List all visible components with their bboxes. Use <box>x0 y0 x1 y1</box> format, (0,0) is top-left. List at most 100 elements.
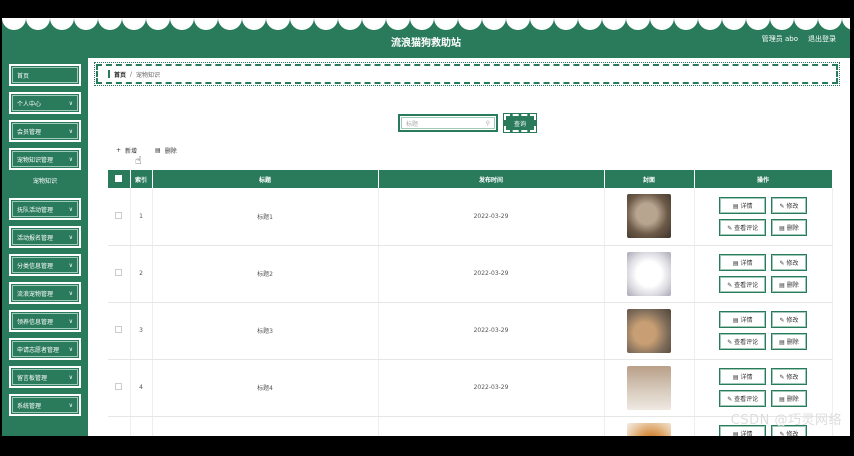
edit-label: 修改 <box>786 374 799 381</box>
row-title: 标题5 <box>152 416 379 436</box>
sidebar-subitem[interactable]: 宠物知识 <box>2 174 88 190</box>
add-button[interactable]: + 新增 <box>116 146 137 155</box>
row-date: 2022-03-29 <box>378 416 605 436</box>
comments-label: 查看评论 <box>734 224 759 232</box>
delete-button[interactable]: ▤ 删除 <box>155 146 177 155</box>
edit-label: 修改 <box>786 317 799 324</box>
row-delete-label: 删除 <box>786 396 799 403</box>
row-checkbox[interactable] <box>108 416 131 436</box>
select-all-checkbox[interactable] <box>108 170 131 188</box>
chevron-down-icon: ∨ <box>68 401 73 409</box>
detail-label: 详情 <box>740 431 753 436</box>
table-row: 1 标题1 2022-03-29 ▤ 详情 ✎ 修改 ✎ 查看评论 ▤ 删除 <box>108 188 833 246</box>
row-cover <box>604 302 695 360</box>
row-index: 2 <box>130 245 153 303</box>
column-header: 操作 <box>694 170 833 188</box>
user-label: 管理员 abo <box>761 35 798 43</box>
edit-label: 修改 <box>786 431 799 436</box>
detail-button[interactable]: ▤ 详情 <box>719 196 767 214</box>
sidebar-item[interactable]: 会员管理 ∨ <box>9 120 81 142</box>
sidebar-item[interactable]: 分类信息管理 ∨ <box>9 254 81 276</box>
search-button[interactable]: 查询 <box>503 113 537 133</box>
table-header: 索引 标题 发布时间 封面 操作 <box>108 170 833 188</box>
sidebar-item[interactable]: 系统管理 ∨ <box>9 394 81 416</box>
row-cover <box>604 188 695 246</box>
watermark: CSDN @巧灵网络 <box>730 413 842 428</box>
cover-image <box>627 365 671 410</box>
edit-button[interactable]: ✎ 修改 <box>771 311 807 328</box>
cover-image <box>627 422 671 436</box>
view-comments-button[interactable]: ✎ 查看评论 <box>719 218 767 236</box>
row-actions: ▤ 详情✎ 修改✎ 查看评论▤ 删除 <box>694 188 833 246</box>
search-placeholder: 标题 <box>406 120 419 128</box>
detail-button[interactable]: ▤ 详情 <box>719 311 767 328</box>
chevron-down-icon: ∨ <box>68 99 73 107</box>
sidebar-item[interactable]: 宠物知识管理 ∨ <box>9 148 81 170</box>
chevron-down-icon: ∨ <box>68 373 73 381</box>
row-cover <box>604 245 695 303</box>
row-delete-button[interactable]: ▤ 删除 <box>771 218 807 236</box>
row-index: 3 <box>130 302 153 360</box>
sidebar-item[interactable]: 申请志愿者管理 ∨ <box>9 338 81 360</box>
sidebar-item[interactable]: 活动报名管理 ∨ <box>9 226 81 248</box>
delete-label: 删除 <box>164 148 177 155</box>
sidebar-item-label: 活动报名管理 <box>17 234 54 242</box>
scallop-decoration <box>2 18 850 30</box>
sidebar-item[interactable]: 留言板管理 ∨ <box>9 366 81 388</box>
row-delete-button[interactable]: ▤ 删除 <box>771 276 807 293</box>
row-date: 2022-03-29 <box>378 302 605 360</box>
sidebar-item-label: 系统管理 <box>17 402 42 410</box>
view-comments-button[interactable]: ✎ 查看评论 <box>719 390 767 407</box>
edit-label: 修改 <box>786 260 799 267</box>
sidebar-item[interactable]: 个人中心 ∨ <box>9 92 81 114</box>
chevron-down-icon: ∨ <box>68 233 73 241</box>
detail-button[interactable]: ▤ 详情 <box>719 254 767 271</box>
row-checkbox[interactable] <box>108 245 131 303</box>
sidebar-item-label: 流浪宠物管理 <box>17 290 54 298</box>
view-comments-button[interactable]: ✎ 查看评论 <box>719 276 767 293</box>
row-date: 2022-03-29 <box>378 359 605 417</box>
edit-button[interactable]: ✎ 修改 <box>771 368 807 385</box>
search-input[interactable]: 标题 ⚲ <box>398 114 498 132</box>
row-title: 标题4 <box>152 359 379 417</box>
edit-button[interactable]: ✎ 修改 <box>771 254 807 271</box>
logout-link[interactable]: 退出登录 <box>808 34 836 44</box>
sidebar-item[interactable]: 抚队活动管理 ∨ <box>9 198 81 220</box>
cover-image <box>627 194 671 239</box>
row-cover <box>604 416 695 436</box>
sidebar-item-label: 分类信息管理 <box>17 262 54 270</box>
row-delete-label: 删除 <box>786 282 799 289</box>
comments-label: 查看评论 <box>734 396 759 403</box>
row-checkbox[interactable] <box>108 188 131 246</box>
breadcrumb-home[interactable]: 首页 <box>114 70 126 79</box>
row-title: 标题3 <box>152 302 379 360</box>
detail-label: 详情 <box>740 202 753 210</box>
sidebar-item-label: 会员管理 <box>17 128 42 136</box>
detail-label: 详情 <box>740 260 753 267</box>
view-comments-button[interactable]: ✎ 查看评论 <box>719 333 767 350</box>
screen-frame: 流浪猫狗救助站 管理员 abo 退出登录 首页 个人中心 ∨ 会员管理 ∨ 宠物知识管理 ∨… <box>0 0 854 456</box>
row-delete-button[interactable]: ▤ 删除 <box>771 333 807 350</box>
row-delete-button[interactable]: ▤ 删除 <box>771 390 807 407</box>
row-checkbox[interactable] <box>108 302 131 360</box>
row-checkbox[interactable] <box>108 359 131 417</box>
row-title: 标题2 <box>152 245 379 303</box>
table-row: 3 标题3 2022-03-29 ▤ 详情 ✎ 修改 ✎ 查看评论 ▤ 删除 <box>108 302 833 360</box>
breadcrumb: 首页 / 宠物知识 <box>94 62 840 86</box>
row-actions: ▤ 详情✎ 修改✎ 查看评论▤ 删除 <box>694 359 833 417</box>
trash-icon: ▤ <box>155 147 161 154</box>
edit-button[interactable]: ✎ 修改 <box>771 196 807 214</box>
breadcrumb-marker <box>108 70 110 78</box>
row-actions: ▤ 详情✎ 修改✎ 查看评论▤ 删除 <box>694 302 833 360</box>
sidebar-item-label: 领养信息管理 <box>17 318 54 326</box>
sidebar-item-label: 申请志愿者管理 <box>17 346 60 354</box>
sidebar-item[interactable]: 首页 <box>9 64 81 86</box>
detail-button[interactable]: ▤ 详情 <box>719 368 767 385</box>
comments-label: 查看评论 <box>734 282 759 289</box>
sidebar-item[interactable]: 流浪宠物管理 ∨ <box>9 282 81 304</box>
sidebar-item[interactable]: 领养信息管理 ∨ <box>9 310 81 332</box>
top-bar: 流浪猫狗救助站 管理员 abo 退出登录 <box>2 18 850 58</box>
row-date: 2022-03-29 <box>378 188 605 246</box>
column-header: 标题 <box>152 170 379 188</box>
row-delete-label: 删除 <box>786 224 799 232</box>
